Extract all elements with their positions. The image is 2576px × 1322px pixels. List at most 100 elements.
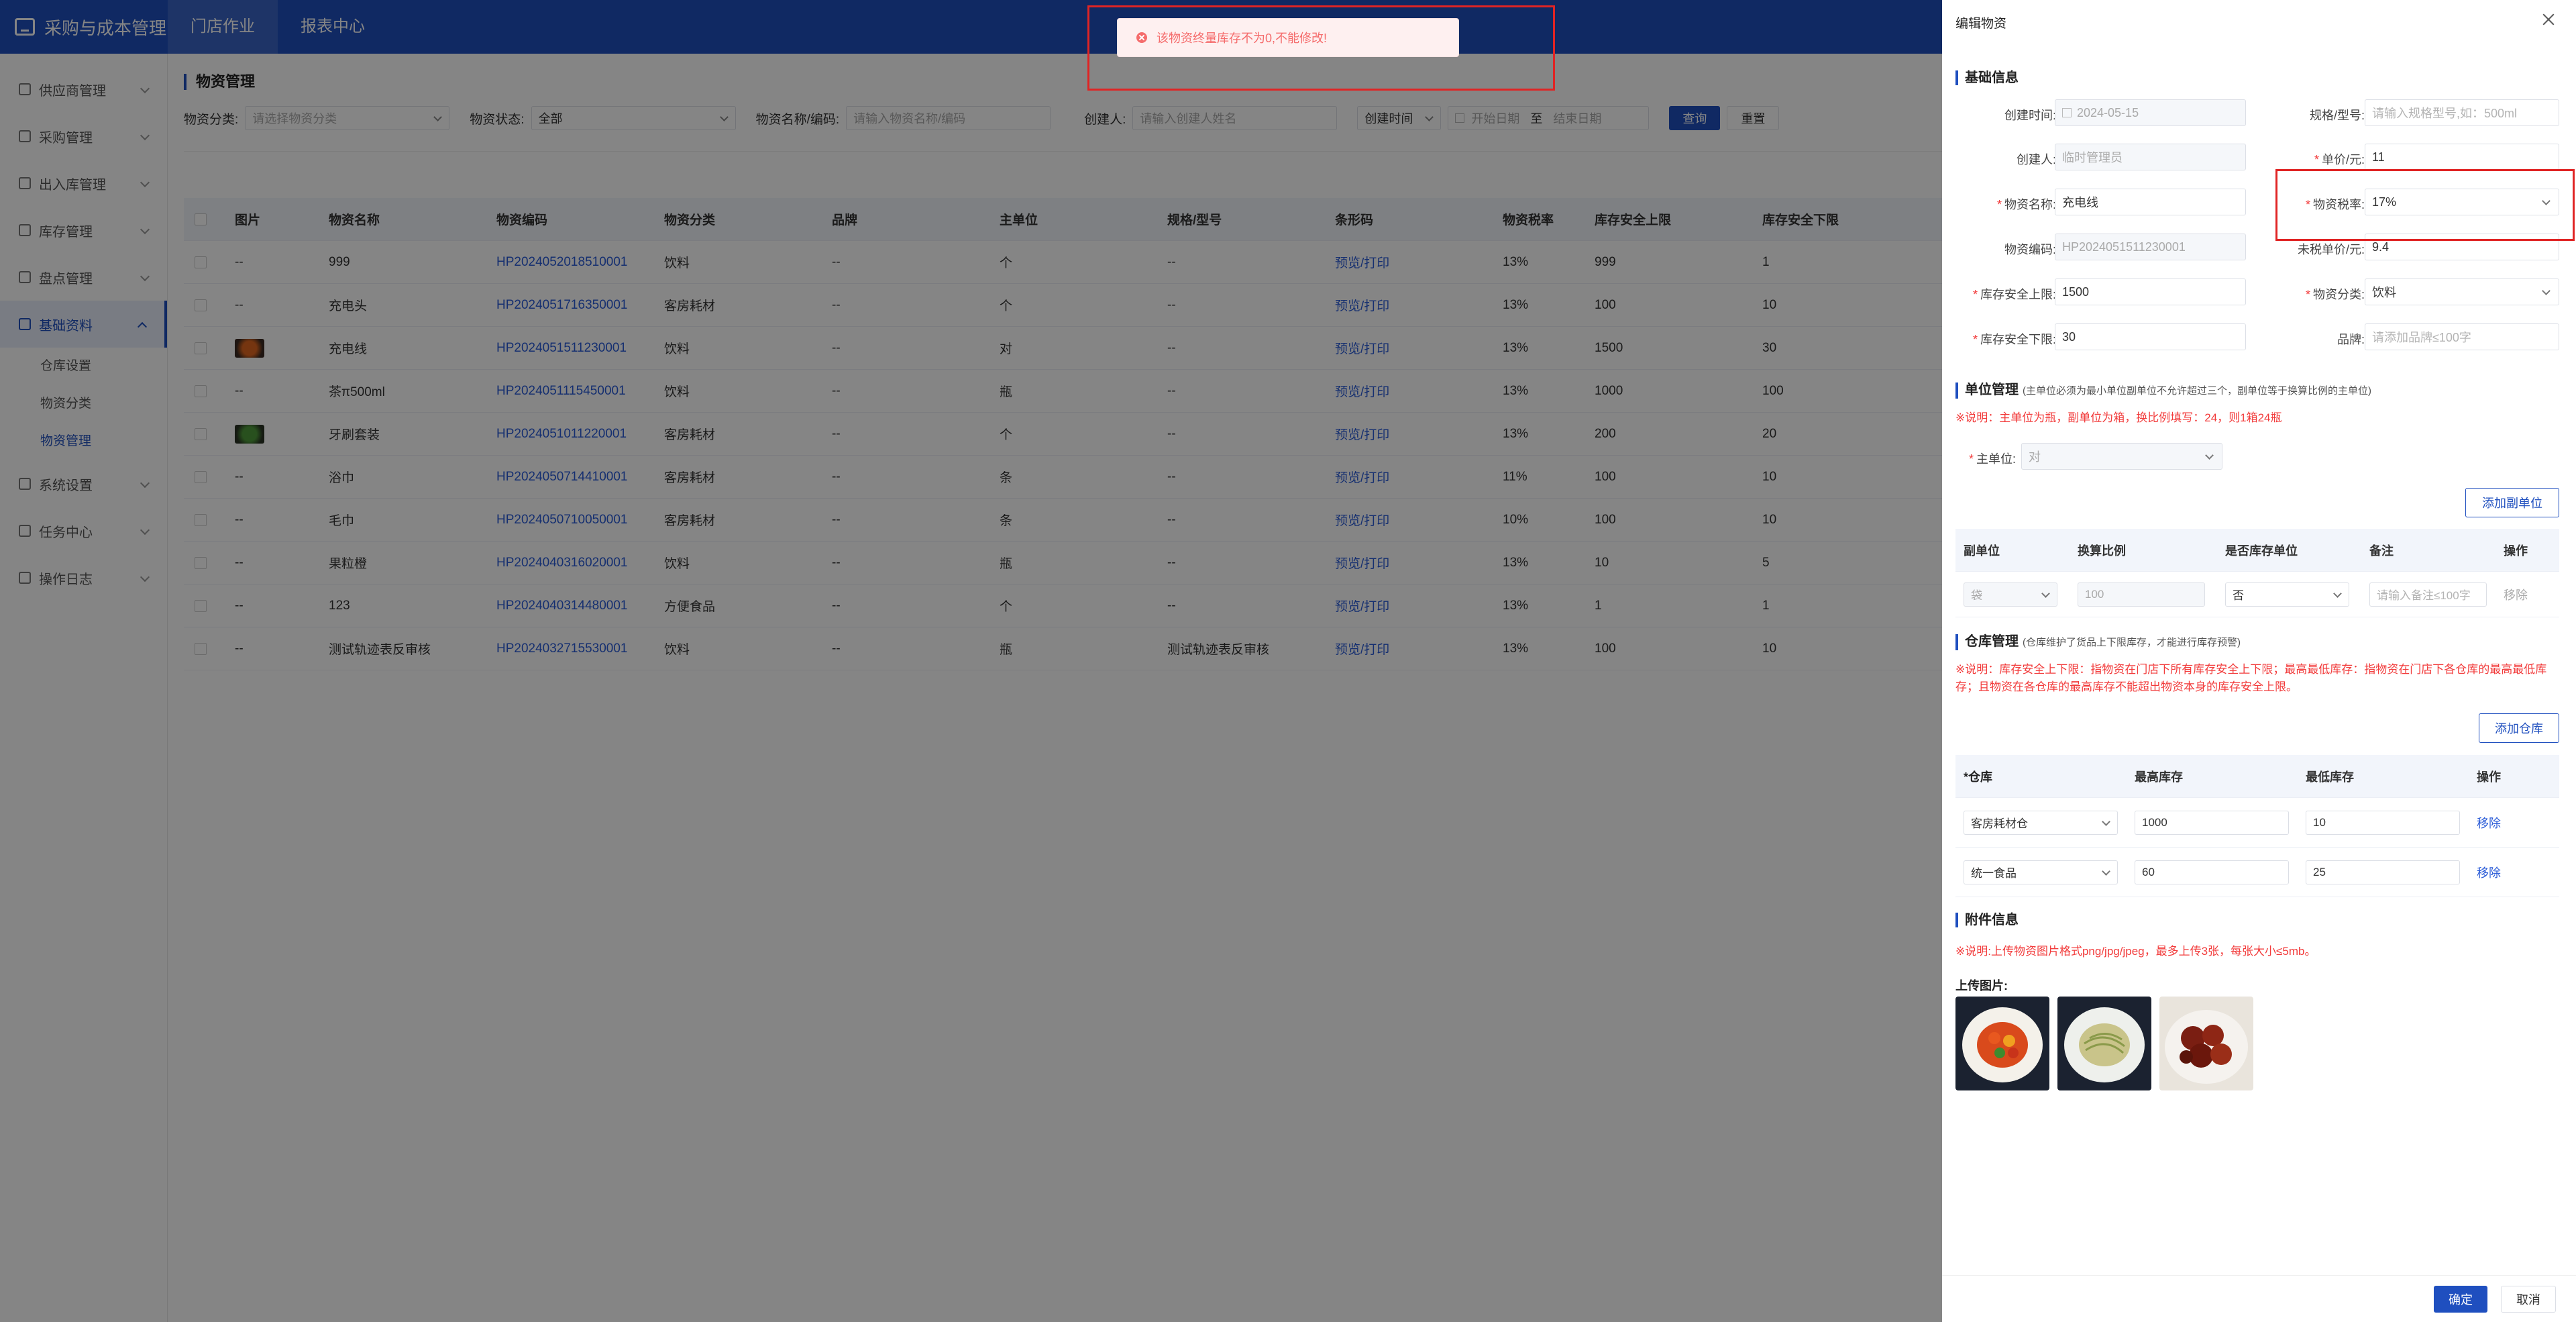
remove-sub-unit-link: 移除 (2504, 588, 2528, 602)
brand-placeholder: 请添加品牌≤100字 (2372, 331, 2471, 344)
highlight-box (2275, 169, 2575, 241)
price-label: * 单价/元: (2257, 150, 2365, 168)
is-stock-select[interactable]: 否 (2225, 582, 2349, 607)
section-attach: 附件信息 (1955, 913, 2019, 927)
warehouse-table: *仓库 最高库存 最低库存 操作 客房耗材仓 1000 10 移除 统一食品 6… (1955, 755, 2559, 897)
is-stock-cell: 否 (2217, 582, 2361, 607)
min-stock-input[interactable]: 10 (2306, 810, 2460, 835)
price-input[interactable]: 11 (2365, 144, 2559, 170)
sub-unit-header: 副单位 换算比例 是否库存单位 备注 操作 (1955, 529, 2559, 572)
warehouse-select[interactable]: 统一食品 (1964, 860, 2118, 884)
max-stock-input[interactable]: 60 (2135, 860, 2289, 884)
remark-placeholder: 请输入备注≤100字 (2377, 589, 2471, 602)
min-stock-input[interactable]: 25 (2306, 860, 2460, 884)
lower-value: 30 (2062, 329, 2076, 344)
wh-cell: 统一食品 (1955, 860, 2127, 884)
category-value: 饮料 (2372, 286, 2396, 299)
creator-label: 创建人: (2016, 153, 2056, 166)
brand-input[interactable]: 请添加品牌≤100字 (2365, 323, 2559, 350)
unit-section-title: 单位管理 (1965, 383, 2019, 397)
spec-label: 规格/型号: (2309, 109, 2365, 122)
upper-label-text: 库存安全上限: (1980, 288, 2056, 301)
required-mark: * (2305, 288, 2310, 301)
warehouse-select[interactable]: 客房耗材仓 (1964, 810, 2118, 835)
upload-label: 上传图片: (1955, 979, 2008, 993)
upper-input[interactable]: 1500 (2055, 278, 2246, 305)
cancel-button[interactable]: 取消 (2501, 1285, 2556, 1313)
warehouse-row: 统一食品 60 25 移除 (1955, 848, 2559, 897)
name-label-text: 物资名称: (2004, 198, 2056, 211)
unit-section-note: (主单位必须为最小单位副单位不允许超过三个，副单位等于换算比例的主单位) (2023, 385, 2371, 397)
remark-input[interactable]: 请输入备注≤100字 (2369, 582, 2487, 607)
header-wh-op: 操作 (2477, 770, 2501, 784)
sub-unit-cell: 袋 (1955, 582, 2070, 607)
name-label: * 物资名称: (1949, 195, 2056, 213)
chevron-down-icon (2542, 287, 2551, 295)
modal-overlay[interactable] (0, 0, 1942, 1322)
highlight-box (1087, 5, 1555, 91)
code-field: HP2024051511230001 (2055, 234, 2246, 260)
min-stock-value: 25 (2313, 865, 2326, 878)
max-stock-value: 1000 (2142, 815, 2167, 829)
upper-value: 1500 (2062, 285, 2090, 299)
warehouse-section-title: 仓库管理 (1965, 634, 2019, 649)
required-mark: * (1972, 333, 1978, 346)
add-warehouse-button[interactable]: 添加仓库 (2479, 713, 2559, 743)
code-value: HP2024051511230001 (2062, 240, 2186, 254)
confirm-button[interactable]: 确定 (2434, 1285, 2487, 1313)
header-is-stock: 是否库存单位 (2225, 544, 2298, 558)
code-label: 物资编码: (2004, 243, 2056, 256)
remove-warehouse-link[interactable]: 移除 (2477, 866, 2501, 880)
min-cell: 25 (2298, 860, 2469, 884)
close-icon[interactable] (2541, 12, 2556, 27)
chevron-down-icon (2041, 589, 2050, 598)
sub-unit-row: 袋 100 否 请输入备注≤100字 移除 (1955, 572, 2559, 617)
uploaded-images (1955, 997, 2253, 1090)
created-time-value: 2024-05-15 (2077, 105, 2139, 119)
max-stock-input[interactable]: 1000 (2135, 810, 2289, 835)
category-label: * 物资分类: (2257, 285, 2365, 303)
warehouse-tip: ※说明：库存安全上下限：指物资在门店下所有库存安全上下限；最高最低库存：指物资在… (1955, 663, 2547, 693)
creator-field: 临时管理员 (2055, 144, 2246, 170)
remove-warehouse-link[interactable]: 移除 (2477, 817, 2501, 830)
header-op: 操作 (2504, 544, 2528, 558)
ratio-field: 100 (2078, 582, 2205, 607)
max-cell: 60 (2127, 860, 2298, 884)
brand-label: 品牌: (2337, 333, 2365, 346)
spec-placeholder: 请输入规格型号,如：500ml (2372, 107, 2518, 120)
created-time-label: 创建时间: (2004, 109, 2056, 122)
chevron-down-icon (2333, 589, 2342, 598)
main-unit-select: 对 (2021, 443, 2222, 470)
uploaded-image[interactable] (1955, 997, 2049, 1090)
category-label-text: 物资分类: (2312, 288, 2365, 301)
section-basic: 基础信息 (1955, 70, 2019, 85)
header-max: 最高库存 (2135, 770, 2183, 784)
uploaded-image[interactable] (2159, 997, 2253, 1090)
name-input[interactable]: 充电线 (2055, 189, 2246, 215)
required-mark: * (1996, 198, 2002, 211)
is-stock-value: 否 (2233, 589, 2244, 602)
price-value: 11 (2372, 150, 2385, 164)
lower-input[interactable]: 30 (2055, 323, 2246, 350)
spec-input[interactable]: 请输入规格型号,如：500ml (2365, 99, 2559, 126)
ratio-value: 100 (2085, 587, 2104, 601)
remark-cell: 请输入备注≤100字 (2361, 582, 2496, 607)
sub-unit-table: 副单位 换算比例 是否库存单位 备注 操作 袋 100 否 请输入备注≤100字… (1955, 529, 2559, 617)
sub-unit-select: 袋 (1964, 582, 2057, 607)
price-label-text: 单价/元: (2321, 153, 2365, 166)
wh-op-cell: 移除 (2469, 864, 2559, 881)
chevron-down-icon (2102, 866, 2110, 876)
op-cell: 移除 (2496, 586, 2559, 603)
add-sub-unit-button[interactable]: 添加副单位 (2465, 488, 2559, 517)
warehouse-value: 客房耗材仓 (1971, 817, 2028, 830)
drawer-title: 编辑物资 (1955, 17, 2007, 31)
noodle-dish-image (2064, 1007, 2145, 1082)
tomato-dish-image (1962, 1007, 2043, 1082)
wh-op-cell: 移除 (2469, 814, 2559, 831)
calendar-icon (2062, 108, 2072, 117)
category-select[interactable]: 饮料 (2365, 278, 2559, 305)
warehouse-section-note: (仓库维护了货品上下限库存，才能进行库存预警) (2023, 637, 2241, 648)
required-mark: * (1968, 452, 1974, 466)
warehouse-row: 客房耗材仓 1000 10 移除 (1955, 798, 2559, 848)
uploaded-image[interactable] (2057, 997, 2151, 1090)
